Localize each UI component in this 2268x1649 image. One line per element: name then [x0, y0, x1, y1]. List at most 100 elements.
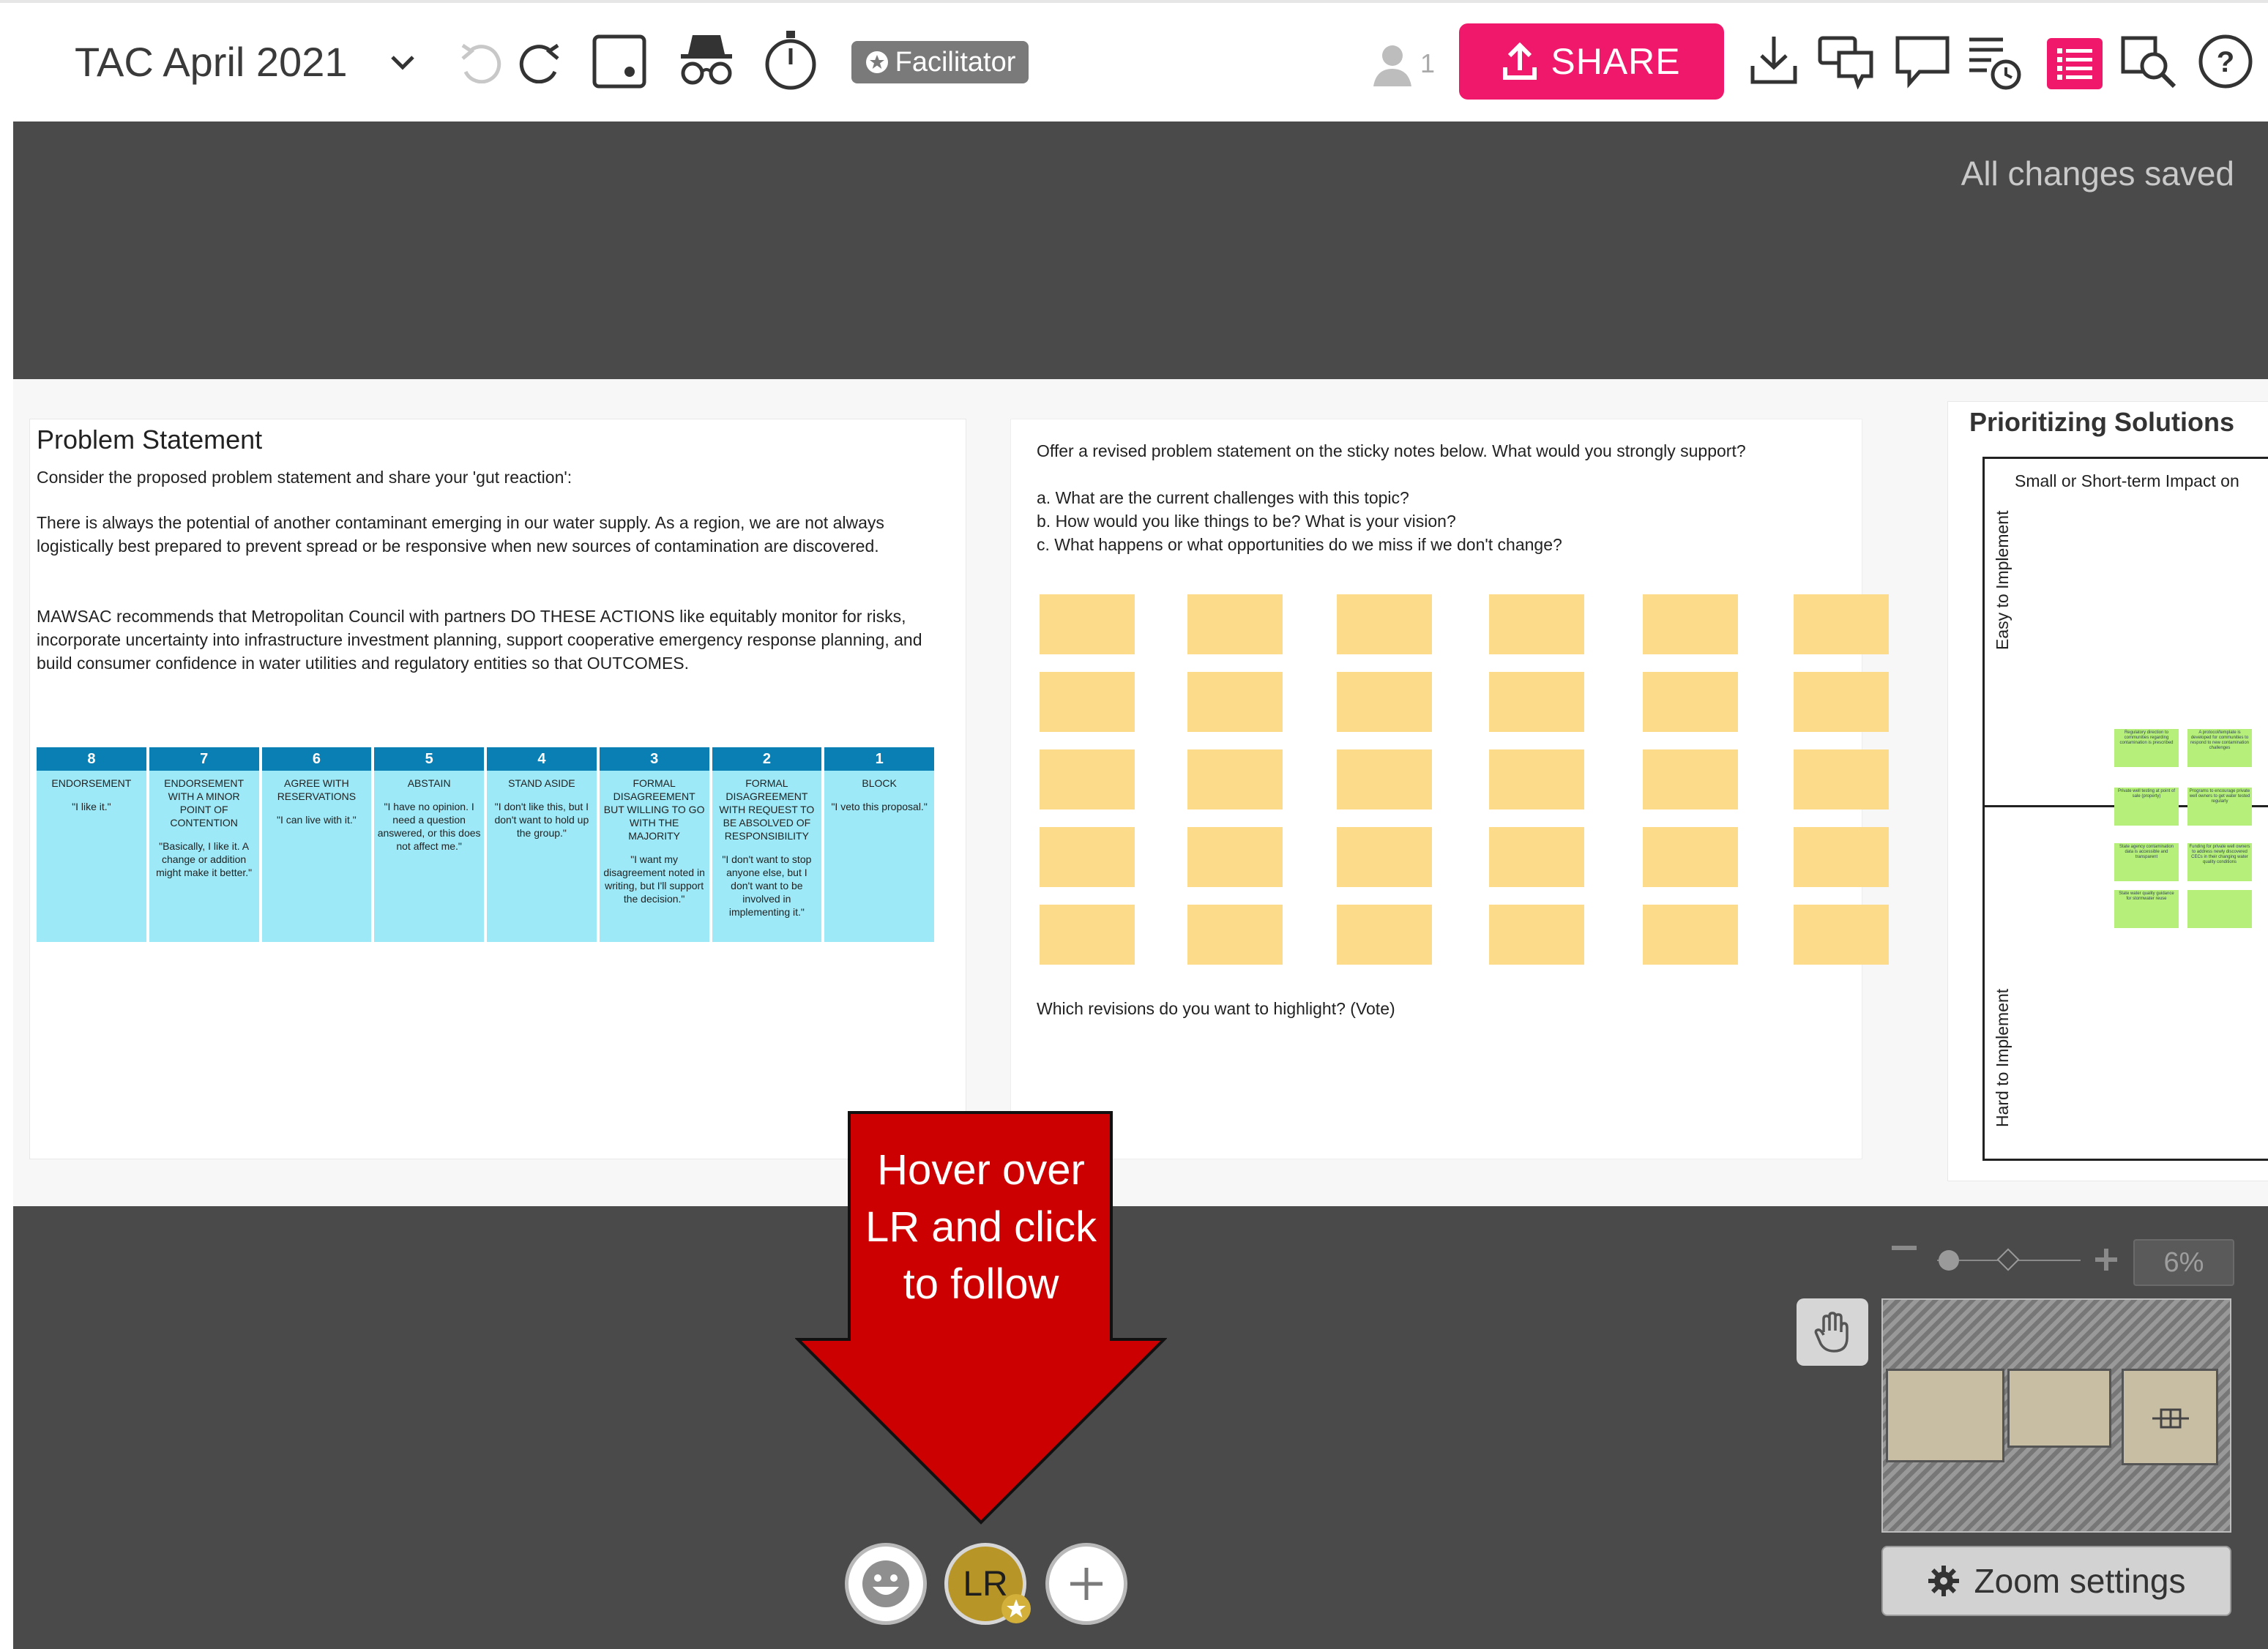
presentation-mode-icon[interactable]	[592, 34, 647, 89]
sticky-note[interactable]	[1040, 594, 1135, 654]
scale-label: Formal disagreement with request to be a…	[719, 777, 815, 842]
scale-column: 1 Block "I veto this proposal."	[824, 747, 934, 942]
axis-label-hard: Hard to Implement	[1993, 988, 2012, 1127]
zoom-in-icon[interactable]	[2094, 1247, 2119, 1272]
sticky-note-grid	[1040, 594, 1889, 965]
matrix-top-label: Small or Short-term Impact on	[2015, 471, 2239, 490]
matrix-sticky-note[interactable]: Funding for private well owners to addre…	[2187, 843, 2252, 881]
reaction-button[interactable]	[845, 1543, 927, 1625]
sticky-note[interactable]	[1489, 594, 1584, 654]
sticky-note[interactable]	[1489, 672, 1584, 732]
smiley-icon	[862, 1560, 909, 1607]
matrix-sticky-note[interactable]	[2187, 890, 2252, 928]
revision-question-c: c. What happens or what opportunities do…	[1037, 535, 1562, 554]
search-icon[interactable]	[2120, 34, 2179, 92]
gradients-of-agreement-table: 8 Endorsement "I like it." 7 Endorsement wit…	[37, 747, 934, 942]
pan-tool-button[interactable]	[1797, 1298, 1868, 1366]
minimap[interactable]	[1881, 1298, 2231, 1533]
minimap-frame-1	[1886, 1369, 2004, 1462]
sticky-note[interactable]	[1643, 827, 1738, 887]
board-title[interactable]: TAC April 2021	[75, 38, 347, 86]
sticky-note[interactable]	[1794, 905, 1889, 965]
sticky-note[interactable]	[1187, 672, 1283, 732]
chat-icon[interactable]	[1817, 34, 1876, 89]
add-participant-button[interactable]	[1045, 1543, 1127, 1625]
scale-body: Block "I veto this proposal."	[824, 771, 934, 819]
download-icon[interactable]	[1750, 34, 1798, 86]
scale-number: 5	[374, 747, 484, 771]
sticky-note[interactable]	[1187, 905, 1283, 965]
redo-icon[interactable]	[517, 40, 565, 83]
scale-label: Abstain	[407, 777, 451, 789]
sticky-note[interactable]	[1794, 749, 1889, 809]
outline-list-icon	[2057, 48, 2092, 80]
scale-label: Endorsement with a minor point of conten…	[164, 777, 245, 829]
sticky-note[interactable]	[1643, 749, 1738, 809]
scale-body: Abstain "I have no opinion. I need a ques…	[374, 771, 484, 859]
scale-body: Formal disagreement but willing to go wi…	[600, 771, 709, 911]
scale-label: Agree with reservations	[277, 777, 357, 802]
sticky-note[interactable]	[1337, 905, 1432, 965]
sticky-note[interactable]	[1489, 905, 1584, 965]
gear-icon	[1928, 1566, 1959, 1596]
sticky-note[interactable]	[1794, 672, 1889, 732]
matrix-sticky-note[interactable]: A protocol/template is developed for com…	[2187, 729, 2252, 767]
revision-question-a: a. What are the current challenges with …	[1037, 488, 1409, 507]
scale-number: 2	[712, 747, 822, 771]
sticky-note[interactable]	[1489, 749, 1584, 809]
sticky-note[interactable]	[1187, 749, 1283, 809]
timer-icon[interactable]	[761, 28, 820, 92]
user-icon[interactable]	[1369, 41, 1416, 88]
sticky-note[interactable]	[1643, 672, 1738, 732]
sticky-note[interactable]	[1337, 749, 1432, 809]
sticky-note[interactable]	[1794, 594, 1889, 654]
upload-icon	[1503, 42, 1537, 80]
share-button[interactable]: SHARE	[1459, 23, 1724, 100]
sticky-note[interactable]	[1040, 827, 1135, 887]
scale-column: 8 Endorsement "I like it."	[37, 747, 146, 942]
zoom-level[interactable]: 6%	[2133, 1239, 2234, 1286]
scale-number: 4	[487, 747, 597, 771]
outline-list-button[interactable]	[2047, 38, 2103, 89]
revision-prompt: Offer a revised problem statement on the…	[1037, 441, 1746, 460]
matrix-sticky-note[interactable]: State water quality guidance for stormwa…	[2114, 890, 2179, 928]
sticky-note[interactable]	[1337, 827, 1432, 887]
scale-quote: "I want my disagreement noted in writing…	[603, 853, 705, 905]
sticky-note[interactable]	[1643, 905, 1738, 965]
activity-icon[interactable]	[1966, 34, 2025, 92]
sticky-note[interactable]	[1187, 594, 1283, 654]
matrix-sticky-group: Regulatory direction to communities rega…	[2114, 729, 2268, 934]
comment-icon[interactable]	[1895, 34, 1950, 89]
zoom-slider-handle[interactable]	[1939, 1250, 1959, 1271]
sticky-note[interactable]	[1040, 749, 1135, 809]
scale-number: 1	[824, 747, 934, 771]
scale-column: 7 Endorsement with a minor point of conte…	[149, 747, 259, 942]
revision-question-b: b. How would you like things to be? What…	[1037, 512, 1456, 531]
scale-column: 5 Abstain "I have no opinion. I need a que…	[374, 747, 484, 942]
matrix-sticky-note[interactable]: Private well testing at point of sale (p…	[2114, 788, 2179, 826]
zoom-out-icon[interactable]	[1892, 1246, 1917, 1250]
sticky-note[interactable]	[1187, 827, 1283, 887]
chevron-down-icon[interactable]	[388, 51, 417, 73]
matrix-sticky-note[interactable]: Programs to encourage private well owner…	[2187, 788, 2252, 826]
matrix-sticky-note[interactable]: State agency contamination data is acces…	[2114, 843, 2179, 881]
canvas-background-top[interactable]	[13, 121, 2268, 379]
help-icon[interactable]: ?	[2196, 32, 2255, 91]
scale-body: Agree with reservations "I can live with …	[262, 771, 372, 832]
sticky-note[interactable]	[1643, 594, 1738, 654]
undo-icon[interactable]	[455, 40, 504, 83]
private-mode-icon[interactable]	[676, 29, 736, 89]
sticky-note[interactable]	[1337, 672, 1432, 732]
sticky-note[interactable]	[1040, 905, 1135, 965]
scale-column: 4 Stand aside "I don't like this, but I do…	[487, 747, 597, 942]
sticky-note[interactable]	[1489, 827, 1584, 887]
zoom-settings-button[interactable]: Zoom settings	[1881, 1546, 2231, 1616]
sticky-note[interactable]	[1337, 594, 1432, 654]
facilitator-badge[interactable]: Facilitator	[851, 41, 1029, 83]
scale-number: 7	[149, 747, 259, 771]
online-users-count: 1	[1420, 48, 1436, 78]
matrix-sticky-note[interactable]: Regulatory direction to communities rega…	[2114, 729, 2179, 767]
scale-column: 6 Agree with reservations "I can live with…	[261, 747, 372, 942]
sticky-note[interactable]	[1040, 672, 1135, 732]
sticky-note[interactable]	[1794, 827, 1889, 887]
